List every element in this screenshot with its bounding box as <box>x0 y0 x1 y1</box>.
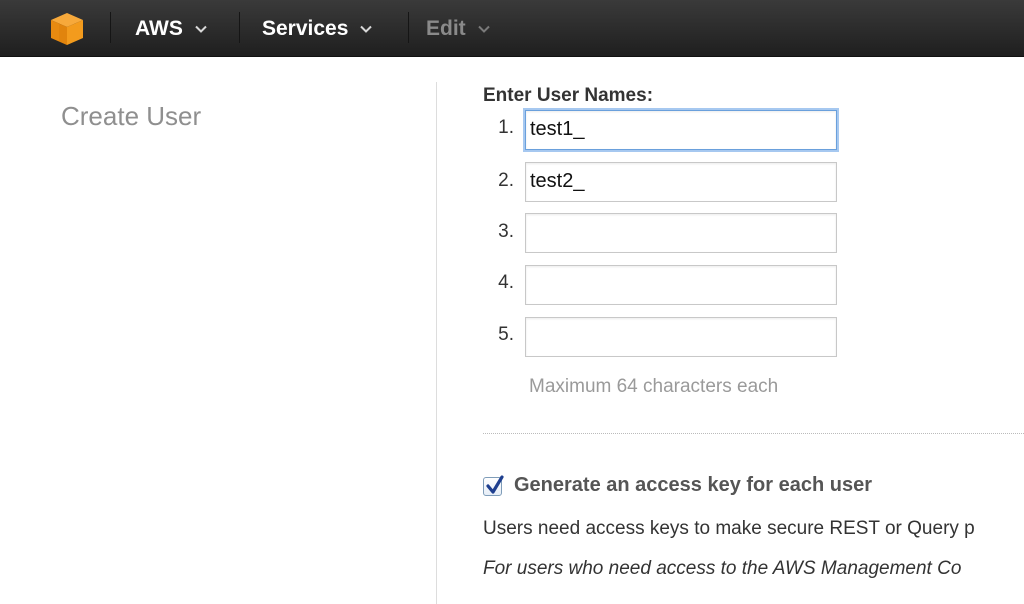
nav-edit-menu: Edit <box>426 0 490 57</box>
user-name-input-3[interactable] <box>525 213 837 253</box>
user-names-label: Enter User Names: <box>483 85 654 106</box>
row-number: 5. <box>498 324 514 345</box>
row-number: 1. <box>498 117 514 138</box>
max-length-hint: Maximum 64 characters each <box>529 376 779 397</box>
nav-services-menu[interactable]: Services <box>262 0 373 57</box>
user-name-input-5[interactable] <box>525 317 837 357</box>
section-divider <box>483 433 1024 434</box>
generate-access-key-checkbox[interactable] <box>483 475 504 496</box>
console-access-note: For users who need access to the AWS Man… <box>483 558 962 579</box>
row-number: 2. <box>498 170 514 191</box>
nav-separator <box>110 12 111 43</box>
chevron-down-icon <box>195 25 207 33</box>
generate-access-key-label[interactable]: Generate an access key for each user <box>514 474 872 497</box>
row-number: 4. <box>498 272 514 293</box>
checkmark-icon <box>486 475 504 494</box>
user-name-input-1[interactable] <box>525 110 837 150</box>
nav-edit-label: Edit <box>426 16 466 40</box>
user-name-input-4[interactable] <box>525 265 837 305</box>
top-navigation-bar: AWS Services Edit <box>0 0 1024 57</box>
aws-cube-icon[interactable] <box>48 11 86 47</box>
column-divider <box>436 82 437 604</box>
nav-aws-label: AWS <box>135 16 183 40</box>
user-name-input-2[interactable] <box>525 162 837 202</box>
page-title: Create User <box>61 101 202 131</box>
chevron-down-icon <box>360 25 373 33</box>
nav-services-label: Services <box>262 16 349 40</box>
nav-aws-menu[interactable]: AWS <box>135 0 207 57</box>
nav-separator <box>408 12 409 43</box>
nav-separator <box>239 12 240 43</box>
chevron-down-icon <box>477 25 490 33</box>
access-key-description: Users need access keys to make secure RE… <box>483 518 975 539</box>
row-number: 3. <box>498 221 514 242</box>
